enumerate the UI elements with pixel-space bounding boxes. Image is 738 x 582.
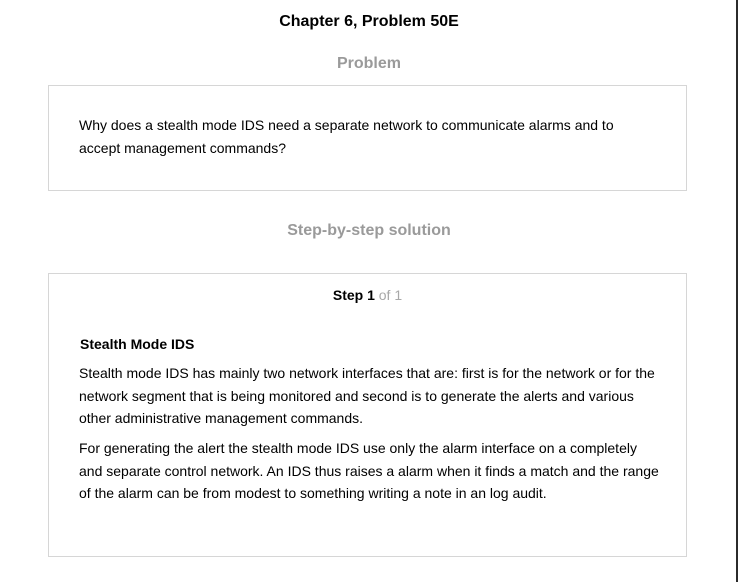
solution-panel: Step 1 of 1 Stealth Mode IDS Stealth mod… <box>48 273 687 557</box>
step-label: Step 1 <box>332 287 375 303</box>
problem-panel: Why does a stealth mode IDS need a separ… <box>48 85 687 191</box>
solution-subheading: Stealth Mode IDS <box>80 336 195 352</box>
solution-paragraph: Stealth mode IDS has mainly two network … <box>79 365 655 426</box>
solution-heading: Step-by-step solution <box>287 222 451 239</box>
step-indicator: Step 1 of 1 <box>49 286 686 304</box>
page-title: Chapter 6, Problem 50E <box>279 13 459 30</box>
step-count: of 1 <box>378 287 403 303</box>
solution-paragraph: For generating the alert the stealth mod… <box>79 440 659 501</box>
problem-text: Why does a stealth mode IDS need a separ… <box>79 117 614 156</box>
problem-heading: Problem <box>336 55 401 72</box>
